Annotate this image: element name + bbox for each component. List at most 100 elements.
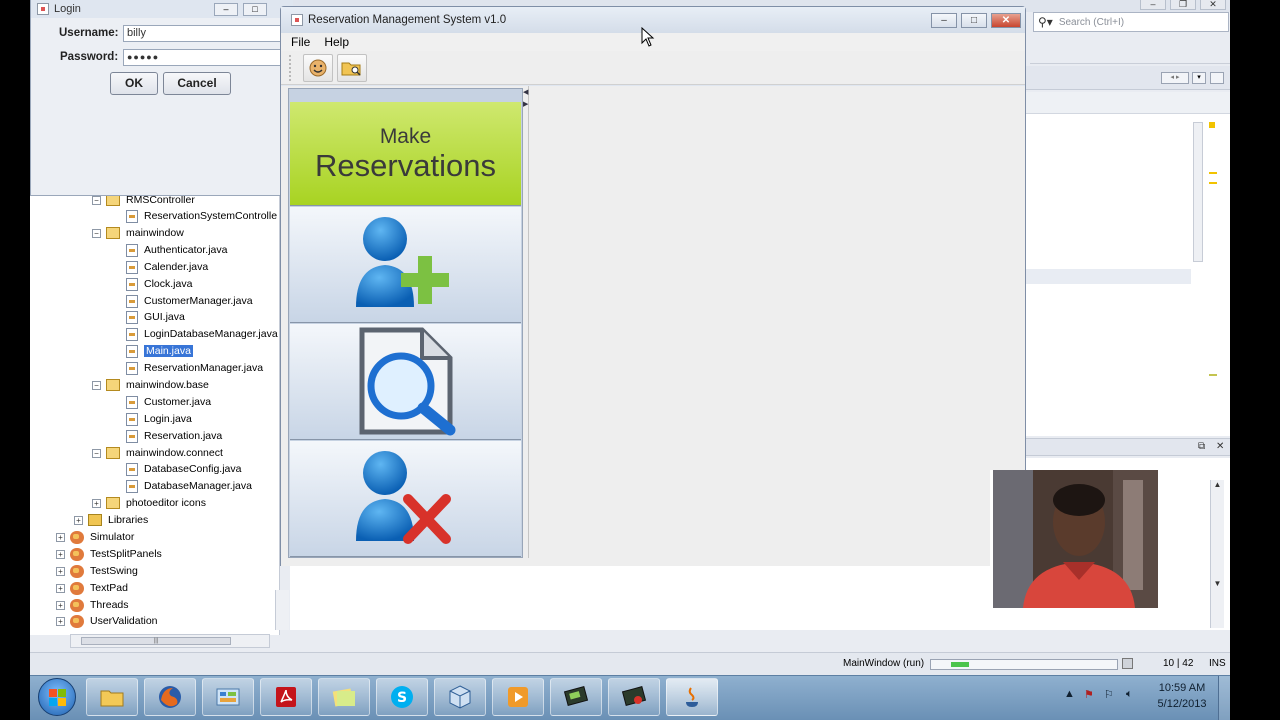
tree-item-file[interactable]: Customer.java [126,394,211,410]
tree-item-file[interactable]: Login.java [126,411,192,427]
delete-customer-button[interactable] [290,441,521,557]
run-status-label[interactable]: MainWindow (run) [843,658,924,669]
taskbar-sticky-notes[interactable] [318,678,370,716]
tree-item-package[interactable]: − mainwindow.base [92,377,209,393]
taskbar-app-2[interactable] [608,678,660,716]
tree-item-package[interactable]: − mainwindow.connect [92,445,223,461]
username-field[interactable]: billy [123,25,291,42]
tree-item-file[interactable]: CustomerManager.java [126,293,253,309]
tree-item-file-selected[interactable]: Main.java [126,343,193,359]
scrollbar-thumb[interactable]: ||| [81,637,231,645]
split-pane-divider[interactable]: ◀ ▶ [523,86,529,558]
volume-icon[interactable]: 🔈︎ [1126,688,1133,701]
taskbar-explorer[interactable] [86,678,138,716]
expand-icon[interactable]: + [56,600,65,610]
menu-file[interactable]: File [291,35,310,49]
rms-minimize-button[interactable]: – [931,13,957,28]
taskbar-java-active[interactable] [666,678,718,716]
password-field[interactable]: ●●●●● [123,49,291,66]
tree-item-project[interactable]: + UserValidation [56,613,158,629]
taskbar-media-player[interactable] [492,678,544,716]
show-desktop-button[interactable] [1218,676,1230,720]
ide-close-button[interactable]: ✕ [1200,0,1226,10]
system-clock[interactable]: 10:59 AM 5/12/2013 [1156,680,1208,712]
output-vertical-scrollbar[interactable]: ▲ ▼ [1210,480,1224,628]
expand-icon[interactable]: + [56,583,65,593]
package-icon [106,379,120,391]
editor-tab-scroll-arrows[interactable]: ◂ ▸ [1161,72,1189,84]
cancel-button[interactable]: Cancel [163,72,231,95]
login-minimize-button[interactable]: – [214,3,238,16]
make-reservations-button[interactable]: Make Reservations [290,102,521,206]
ok-button[interactable]: OK [110,72,158,95]
tree-item-package[interactable]: + photoeditor icons [92,495,206,511]
rms-close-button[interactable]: ✕ [991,13,1021,28]
smiley-button[interactable] [303,54,333,82]
editor-vertical-scrollbar[interactable] [1193,122,1203,262]
collapse-left-icon[interactable]: ◀ [523,88,528,96]
tree-item-file[interactable]: DatabaseManager.java [126,478,252,494]
expand-icon[interactable]: + [56,532,65,542]
project-tree[interactable]: − RMSController ReservationSystemControll… [30,194,280,635]
tree-item-project[interactable]: + Simulator [56,529,134,545]
expand-icon[interactable]: + [92,498,101,508]
tree-item-file[interactable]: Clock.java [126,276,192,292]
tree-item-file[interactable]: DatabaseConfig.java [126,461,241,477]
editor-maximize-button[interactable] [1210,72,1224,84]
open-folder-button[interactable] [337,54,367,82]
tree-item-file[interactable]: Reservation.java [126,428,222,444]
add-customer-button[interactable] [290,207,521,323]
taskbar-app-1[interactable] [550,678,602,716]
tree-horizontal-scrollbar[interactable]: ||| [70,634,270,648]
ide-search-input[interactable]: ⚲▾ Search (Ctrl+I) [1033,12,1229,32]
tree-item-file[interactable]: GUI.java [126,309,185,325]
expand-icon[interactable]: + [74,515,83,525]
tree-item-libraries[interactable]: + Libraries [74,512,148,528]
expand-icon[interactable]: + [56,566,65,576]
tree-item-file[interactable]: Calender.java [126,259,208,275]
tree-item-file[interactable]: ReservationManager.java [126,360,263,376]
close-icon[interactable]: ✕ [1216,441,1224,452]
tree-item-project[interactable]: + TestSplitPanels [56,546,162,562]
network-status-icon[interactable]: ⚑ [1084,688,1094,701]
action-panel: Make Reservations [288,88,523,558]
warning-marker[interactable] [1209,172,1217,174]
tree-item-project[interactable]: + TextPad [56,580,128,596]
tree-item-project[interactable]: + TestSwing [56,563,138,579]
collapse-icon[interactable]: − [92,228,101,238]
tree-item-package[interactable]: − mainwindow [92,225,184,241]
taskbar-firefox[interactable] [144,678,196,716]
action-center-icon[interactable]: ⚐ [1104,688,1114,701]
taskbar-skype[interactable]: S [376,678,428,716]
warning-marker[interactable] [1209,182,1217,184]
editor-tab-dropdown-button[interactable]: ▾ [1192,72,1206,84]
collapse-icon[interactable]: − [92,380,101,390]
code-editor[interactable] [1020,92,1230,436]
expand-icon[interactable]: + [56,616,65,626]
warning-marker[interactable] [1209,374,1217,376]
start-button[interactable] [38,678,76,716]
stop-process-button[interactable] [1122,658,1133,669]
ide-restore-button[interactable]: ❐ [1170,0,1196,10]
taskbar-virtualbox[interactable] [434,678,486,716]
warning-marker[interactable] [1209,122,1215,128]
tree-item-project[interactable]: + Threads [56,597,129,613]
collapse-icon[interactable]: − [92,195,101,205]
expand-icon[interactable]: + [56,549,65,559]
tree-item-file[interactable]: Authenticator.java [126,242,227,258]
tree-vertical-scrollbar[interactable] [275,590,289,630]
tree-item-file[interactable]: ReservationSystemControlle [126,208,277,224]
toolbar-grip[interactable] [289,55,293,81]
taskbar-control-panel[interactable] [202,678,254,716]
search-reservation-button[interactable] [290,324,521,440]
ide-minimize-button[interactable]: – [1140,0,1166,10]
menu-help[interactable]: Help [324,35,349,49]
tray-expand-icon[interactable]: ▲ [1064,688,1075,700]
taskbar-acrobat[interactable] [260,678,312,716]
expand-right-icon[interactable]: ▶ [523,100,528,108]
tree-item-file[interactable]: LoginDatabaseManager.java [126,326,278,342]
rms-maximize-button[interactable]: □ [961,13,987,28]
restore-window-icon[interactable]: ⧉ [1198,441,1205,452]
collapse-icon[interactable]: − [92,448,101,458]
login-maximize-button[interactable]: □ [243,3,267,16]
